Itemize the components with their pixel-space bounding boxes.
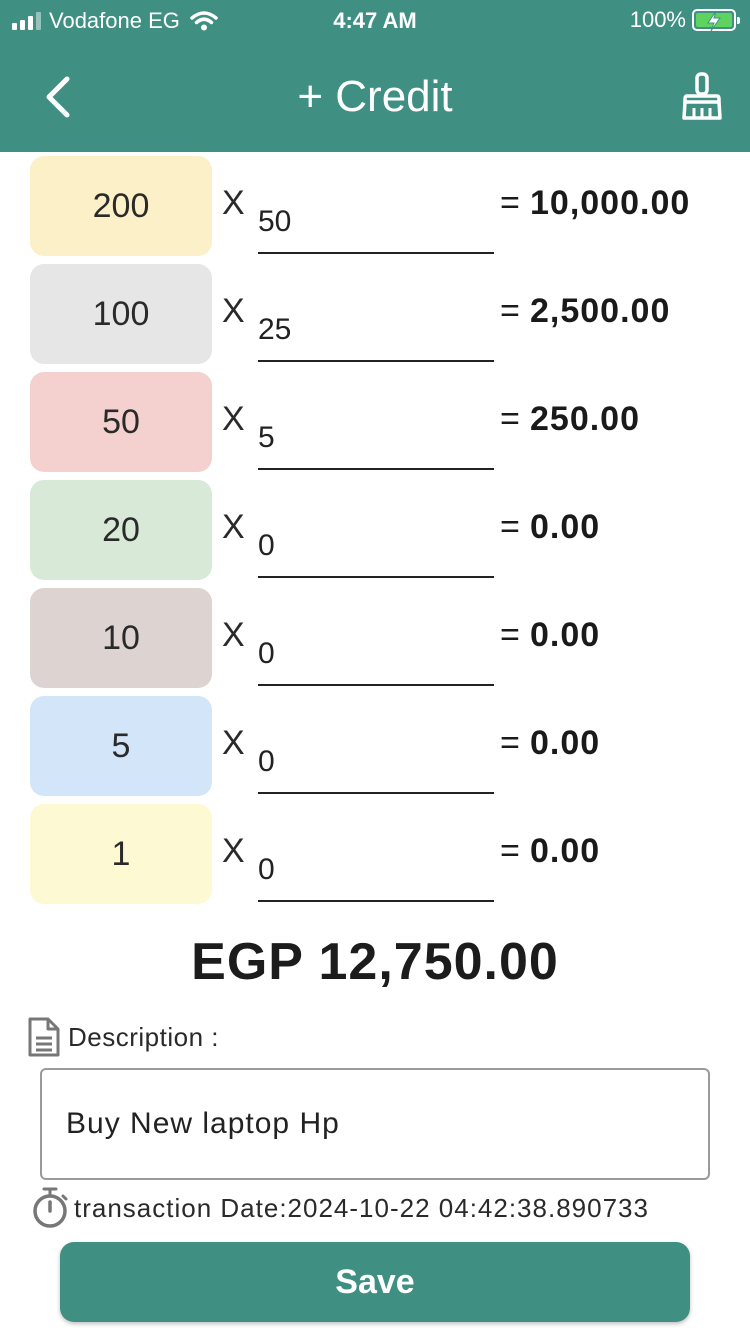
equals-sign: = — [500, 508, 520, 546]
denomination-row: 20 X = 0.00 — [0, 476, 750, 584]
transaction-date: transaction Date:2024-10-22 04:42:38.890… — [74, 1192, 649, 1223]
equals-sign: = — [500, 400, 520, 438]
quantity-input[interactable] — [258, 390, 494, 470]
status-bar: Vodafone EG 4:47 AM 100% — [0, 0, 750, 40]
transaction-date-row: transaction Date:2024-10-22 04:42:38.890… — [30, 1186, 649, 1230]
multiply-sign: X — [222, 724, 245, 762]
denomination-row: 100 X = 2,500.00 — [0, 260, 750, 368]
description-label: Description : — [68, 1021, 219, 1052]
multiply-sign: X — [222, 616, 245, 654]
denomination-row: 1 X = 0.00 — [0, 800, 750, 908]
row-subtotal: 0.00 — [530, 724, 601, 762]
denomination-chip[interactable]: 200 — [30, 156, 212, 256]
quantity-input[interactable] — [258, 498, 494, 578]
total-amount: EGP 12,750.00 — [191, 933, 559, 991]
clear-button[interactable] — [680, 70, 724, 124]
quantity-input[interactable] — [258, 714, 494, 794]
description-label-row: Description : — [26, 1016, 219, 1058]
row-subtotal: 2,500.00 — [530, 292, 671, 330]
row-subtotal: 10,000.00 — [530, 184, 691, 222]
denomination-chip[interactable]: 5 — [30, 696, 212, 796]
denomination-chip[interactable]: 50 — [30, 372, 212, 472]
row-subtotal: 250.00 — [530, 400, 640, 438]
equals-sign: = — [500, 724, 520, 762]
quantity-input[interactable] — [258, 606, 494, 686]
denomination-row: 5 X = 0.00 — [0, 692, 750, 800]
multiply-sign: X — [222, 184, 245, 222]
quantity-input[interactable] — [258, 174, 494, 254]
battery-status: 100% — [629, 7, 740, 33]
document-icon — [28, 1017, 60, 1057]
save-button[interactable]: Save — [60, 1242, 690, 1322]
equals-sign: = — [500, 292, 520, 330]
denomination-chip[interactable]: 10 — [30, 588, 212, 688]
denomination-row: 200 X = 10,000.00 — [0, 152, 750, 260]
multiply-sign: X — [222, 508, 245, 546]
broom-icon — [682, 72, 722, 120]
multiply-sign: X — [222, 400, 245, 438]
battery-icon — [692, 9, 740, 32]
row-subtotal: 0.00 — [530, 616, 601, 654]
equals-sign: = — [500, 832, 520, 870]
description-input[interactable] — [40, 1068, 710, 1180]
stopwatch-icon — [33, 1187, 68, 1228]
page-title: + Credit — [297, 72, 453, 121]
denomination-row: 10 X = 0.00 — [0, 584, 750, 692]
battery-percent: 100% — [629, 7, 686, 32]
multiply-sign: X — [222, 832, 245, 870]
row-subtotal: 0.00 — [530, 832, 601, 870]
equals-sign: = — [500, 616, 520, 654]
multiply-sign: X — [222, 292, 245, 330]
equals-sign: = — [500, 184, 520, 222]
denomination-chip[interactable]: 1 — [30, 804, 212, 904]
row-subtotal: 0.00 — [530, 508, 601, 546]
denomination-chip[interactable]: 100 — [30, 264, 212, 364]
quantity-input[interactable] — [258, 822, 494, 902]
denomination-row: 50 X = 250.00 — [0, 368, 750, 476]
denomination-chip[interactable]: 20 — [30, 480, 212, 580]
app-header: Vodafone EG 4:47 AM 100% + Credit — [0, 0, 750, 152]
quantity-input[interactable] — [258, 282, 494, 362]
